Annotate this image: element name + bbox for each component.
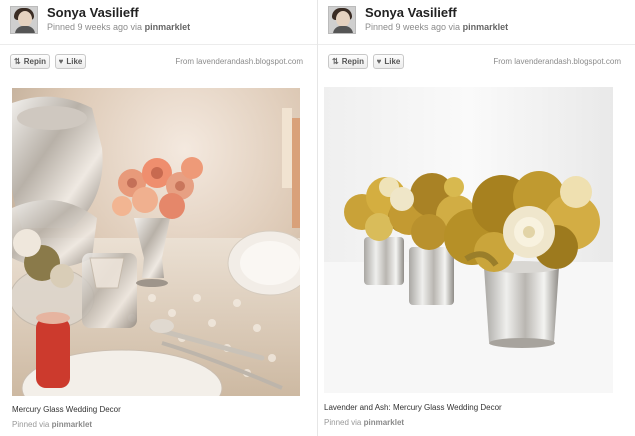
like-label: Like [384,57,401,66]
pin-feed: Sonya Vasilieff Pinned 9 weeks ago via p… [0,0,635,436]
source-link[interactable]: From lavenderandash.blogspot.com [493,57,621,66]
repin-icon: ⇅ [14,57,21,66]
pinned-via: Pinned via pinmarklet [12,420,92,429]
pin-card: Sonya Vasilieff Pinned 9 weeks ago via p… [0,0,317,436]
pinner-name[interactable]: Sonya Vasilieff [365,5,457,20]
pin-image-art [12,88,300,396]
pin-meta-via[interactable]: pinmarklet [145,22,191,32]
pin-image[interactable] [12,88,300,396]
pin-meta-via[interactable]: pinmarklet [463,22,509,32]
repin-button[interactable]: ⇅ Repin [10,54,50,69]
pin-image-art [324,87,613,393]
pin-card: Sonya Vasilieff Pinned 9 weeks ago via p… [318,0,635,436]
avatar[interactable] [10,6,38,34]
pin-actions: ⇅ Repin ♥ Like From lavenderandash.blogs… [328,54,625,72]
pin-meta-text: Pinned 9 weeks ago via [47,22,145,32]
pinned-via-link[interactable]: pinmarklet [364,418,404,427]
like-button[interactable]: ♥ Like [55,54,86,69]
pin-caption: Mercury Glass Wedding Decor [12,405,121,414]
pin-image[interactable] [324,87,613,393]
repin-label: Repin [341,57,364,66]
pinned-via-text: Pinned via [324,418,364,427]
pin-meta: Pinned 9 weeks ago via pinmarklet [47,22,190,32]
avatar[interactable] [328,6,356,34]
pinned-via-link[interactable]: pinmarklet [52,420,92,429]
source-link[interactable]: From lavenderandash.blogspot.com [175,57,303,66]
pin-header: Sonya Vasilieff Pinned 9 weeks ago via p… [10,5,305,38]
pinned-via-text: Pinned via [12,420,52,429]
heart-icon: ♥ [376,57,382,66]
pinned-via: Pinned via pinmarklet [324,418,404,427]
pin-header: Sonya Vasilieff Pinned 9 weeks ago via p… [328,5,623,38]
repin-button[interactable]: ⇅ Repin [328,54,368,69]
pin-meta: Pinned 9 weeks ago via pinmarklet [365,22,508,32]
header-divider [0,44,317,45]
pinner-name[interactable]: Sonya Vasilieff [47,5,139,20]
pin-caption: Lavender and Ash: Mercury Glass Wedding … [324,403,502,412]
heart-icon: ♥ [58,57,64,66]
like-label: Like [66,57,83,66]
header-divider [318,44,635,45]
like-button[interactable]: ♥ Like [373,54,404,69]
pin-actions: ⇅ Repin ♥ Like From lavenderandash.blogs… [10,54,307,72]
repin-label: Repin [23,57,46,66]
pin-meta-text: Pinned 9 weeks ago via [365,22,463,32]
repin-icon: ⇅ [332,57,339,66]
